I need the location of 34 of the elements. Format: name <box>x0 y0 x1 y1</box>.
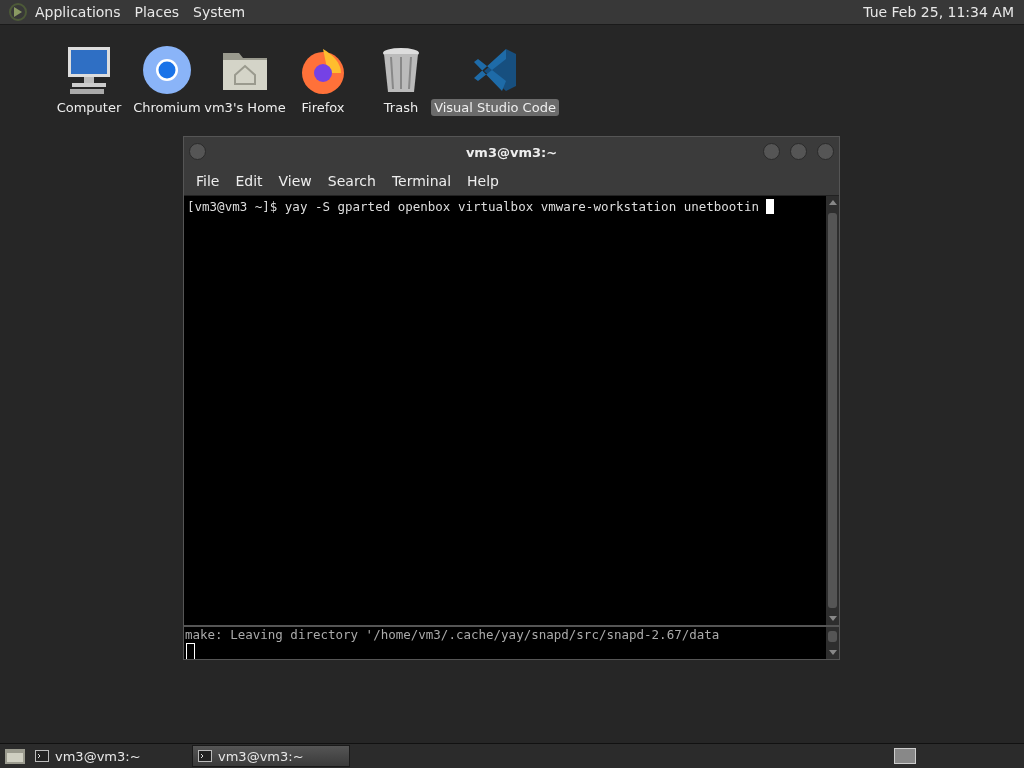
menu-item[interactable]: File <box>188 173 228 189</box>
show-desktop-icon[interactable] <box>4 747 26 765</box>
menu-item[interactable]: Help <box>459 173 507 189</box>
window-title: vm3@vm3:~ <box>465 144 558 160</box>
menu-item[interactable]: Search <box>319 173 384 189</box>
desktop-icon-label[interactable]: Chromium <box>130 99 204 116</box>
terminal-icon <box>198 750 212 762</box>
terminal-icon <box>35 750 49 762</box>
panel-menu[interactable]: Applications <box>28 4 128 20</box>
workspace-switcher[interactable] <box>894 748 916 764</box>
text-cursor <box>765 199 774 214</box>
desktop-icon-label[interactable]: Computer <box>53 99 125 116</box>
desktop-icon-label[interactable]: Visual Studio Code <box>431 99 559 116</box>
minimize-button[interactable] <box>817 143 834 160</box>
desktop-icon-label[interactable]: vm3's Home <box>201 99 289 116</box>
output-line: make: Leaving directory '/home/vm3/.cache/yay/snapd/src/snapd-2.67/data <box>185 627 720 642</box>
clock[interactable]: Tue Feb 25, 11:34 AM <box>863 4 1014 20</box>
scrollbar[interactable] <box>826 627 839 659</box>
menu-item[interactable]: View <box>270 173 320 189</box>
scrollbar[interactable] <box>826 196 839 625</box>
panel-menu[interactable]: System <box>186 4 253 20</box>
logo-icon[interactable] <box>8 2 28 22</box>
maximize-button[interactable] <box>790 143 807 160</box>
panel-menu[interactable]: Places <box>127 4 187 20</box>
command-line: [vm3@vm3 ~]$ yay -S gparted openbox virtualbox vmware-workstation unetbootin <box>187 199 759 214</box>
desktop-icon-label[interactable]: Trash <box>380 99 422 116</box>
menu-item[interactable]: Edit <box>227 173 271 189</box>
taskbar-window-button[interactable]: vm3@vm3:~ <box>30 745 188 767</box>
text-cursor <box>186 643 195 659</box>
close-button[interactable] <box>763 143 780 160</box>
taskbar-window-button[interactable]: vm3@vm3:~ <box>192 745 350 767</box>
menu-item[interactable]: Terminal <box>383 173 460 189</box>
desktop-icon-label[interactable]: Firefox <box>298 99 348 116</box>
window-menu-button[interactable] <box>189 143 206 160</box>
